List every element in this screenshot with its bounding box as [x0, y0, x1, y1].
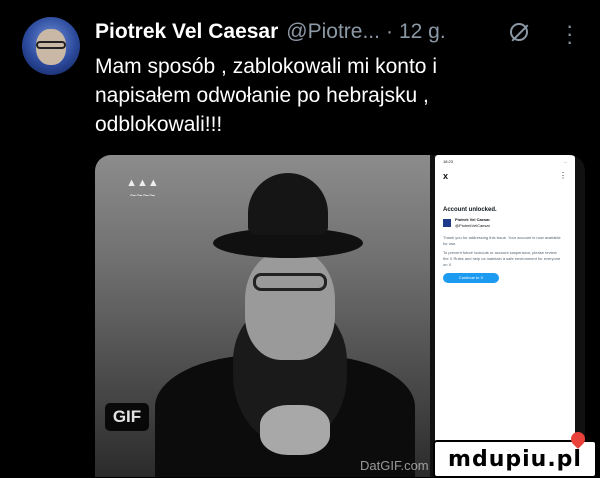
- phone-continue-button: Continue to X: [443, 273, 499, 283]
- phone-paragraph-1: Thank you for addressing this issue. You…: [443, 235, 561, 246]
- display-name[interactable]: Piotrek Vel Caesar: [95, 20, 278, 44]
- site-watermark-text: mdupiu.pl: [448, 446, 582, 472]
- tweet-text: Mam sposób , zablokowali mi konto i napi…: [95, 55, 437, 136]
- avatar[interactable]: [22, 17, 80, 75]
- phone-account-handle: @PiotrekVelCaesar: [455, 223, 490, 228]
- phone-paragraph-2: To prevent future lockouts or account su…: [443, 250, 561, 267]
- phone-avatar: [443, 219, 451, 227]
- timestamp[interactable]: 12 g.: [399, 20, 446, 44]
- figure-glasses: [253, 273, 327, 291]
- user-handle[interactable]: @Piotre...: [286, 20, 380, 44]
- gif-image[interactable]: ▲▲▲ ~~~~ GIF DatGIF.com: [95, 155, 430, 477]
- gif-watermark: DatGIF.com: [360, 458, 429, 473]
- tweet-media[interactable]: ▲▲▲ ~~~~ GIF DatGIF.com 18:23 ... x ⋮ Acc…: [95, 155, 585, 477]
- figure-hat: [213, 173, 363, 263]
- gif-badge: GIF: [105, 403, 149, 431]
- phone-title: Account unlocked.: [443, 207, 497, 213]
- phone-status-bar: 18:23 ...: [443, 159, 567, 165]
- status-icons: ...: [563, 159, 567, 164]
- phone-account: Piotrek Vel Caesar @PiotrekVelCaesar: [443, 217, 490, 229]
- close-icon: x: [443, 171, 449, 181]
- status-time: 18:23: [443, 159, 454, 164]
- figure-hands: [260, 405, 330, 455]
- hat-crown: [248, 173, 328, 235]
- phone-screenshot[interactable]: 18:23 ... x ⋮ Account unlocked. Piotrek …: [435, 155, 575, 477]
- separator-dot: ·: [385, 20, 393, 43]
- slash-icon[interactable]: [510, 23, 528, 41]
- more-icon[interactable]: · · ·: [566, 15, 573, 53]
- phone-more-icon: ⋮: [559, 171, 567, 180]
- figure-face: [245, 250, 335, 360]
- site-watermark: mdupiu.pl: [433, 429, 597, 478]
- channel-logo: ▲▲▲ ~~~~: [126, 177, 159, 202]
- avatar-glasses: [36, 41, 66, 49]
